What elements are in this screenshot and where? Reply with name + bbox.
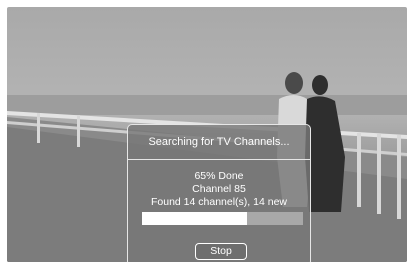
progress-bar-fill xyxy=(142,212,247,225)
channel-search-dialog: Searching for TV Channels... 65% Done Ch… xyxy=(127,124,311,262)
progress-percent-text: 65% Done xyxy=(194,170,244,182)
found-channels-text: Found 14 channel(s), 14 new xyxy=(150,196,287,208)
tv-screen: Searching for TV Channels... 65% Done Ch… xyxy=(7,7,407,262)
stop-button[interactable]: Stop xyxy=(195,243,247,260)
dialog-title: Searching for TV Channels... xyxy=(148,136,290,148)
title-divider xyxy=(128,159,310,160)
current-channel-text: Channel 85 xyxy=(192,183,246,195)
progress-bar xyxy=(142,212,303,225)
